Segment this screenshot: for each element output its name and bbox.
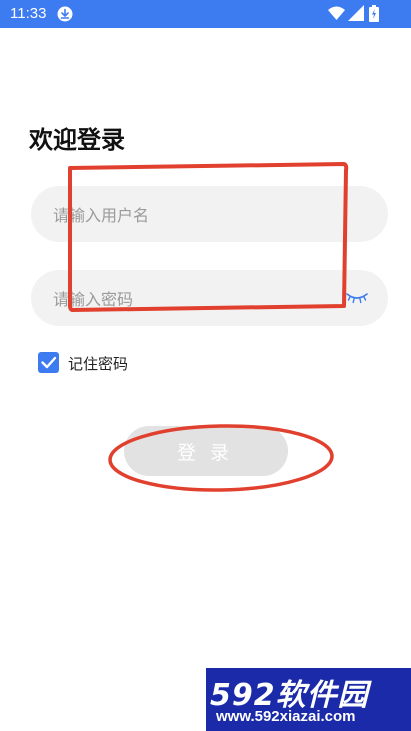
watermark-logo: 592软件园 www.592xiazai.com (206, 668, 411, 731)
wifi-icon (328, 6, 345, 20)
remember-checkbox[interactable] (38, 352, 59, 373)
username-field[interactable] (31, 186, 388, 244)
login-button[interactable]: 登录 (124, 426, 288, 476)
annotation-overlay (68, 162, 349, 492)
download-icon (57, 6, 73, 22)
battery-charging-icon (369, 5, 379, 22)
password-input[interactable] (51, 270, 345, 328)
remember-label: 记住密码 (68, 355, 129, 373)
page-title: 欢迎登录 (29, 126, 125, 154)
status-bar: 11:33 (0, 0, 411, 28)
check-icon (41, 356, 57, 369)
password-field[interactable] (31, 270, 388, 328)
username-input[interactable] (51, 186, 345, 244)
status-time: 11:33 (10, 5, 47, 22)
eye-closed-icon[interactable] (346, 292, 368, 304)
signal-icon (348, 5, 364, 21)
watermark-url: www.592xiazai.com (216, 708, 356, 725)
